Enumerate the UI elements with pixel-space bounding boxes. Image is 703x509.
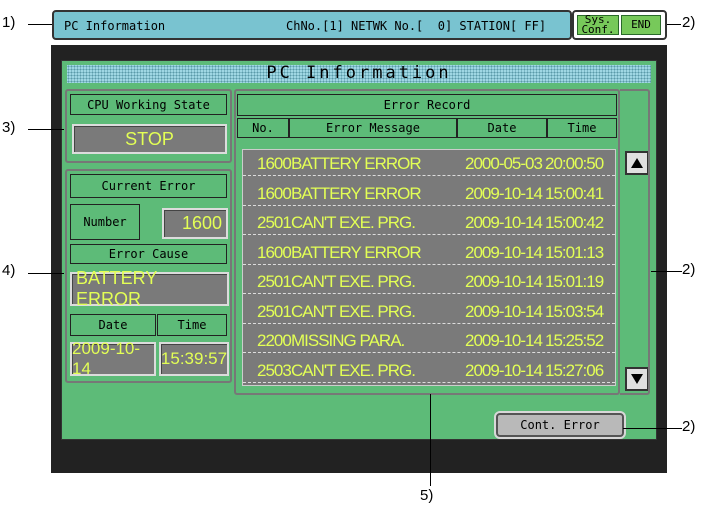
error-time-value: 15:39:57 [159,342,229,376]
error-time-cell: 15:27:06 [545,360,604,380]
callout-3-line [28,129,64,130]
error-message-cell: CAN'T EXE. PRG. [291,213,416,232]
cpu-state-heading: CPU Working State [70,94,227,115]
cpu-state-panel: CPU Working State STOP [65,89,232,163]
error-record-heading: Error Record [237,94,617,116]
end-label: END [631,18,651,31]
error-record-row[interactable]: 2501 CAN'T EXE. PRG. 2009-10-14 15:03:54 [243,299,615,324]
col-time: Time [547,118,617,138]
col-date: Date [457,118,547,138]
callout-5: 5) [420,487,434,504]
screen-panel: PC Information CPU Working State STOP Cu… [61,60,657,440]
cont-error-label: Cont. Error [520,418,600,432]
error-no-cell: 2503 [257,360,292,380]
error-no-cell: 2501 [257,301,292,321]
cont-error-button[interactable]: Cont. Error [496,413,624,437]
error-cause-label: Error Cause [70,244,227,264]
error-time-text: 15:39:57 [160,349,228,368]
error-no-cell: 1600 [257,242,292,262]
error-date-cell: 2009-10-14 [465,213,543,232]
error-date-cell: 2009-10-14 [465,331,543,350]
header-bar: PC Information ChNo.[1] NETWK No.[ 0] ST… [52,10,572,40]
error-message-cell: MISSING PARA. [291,331,405,350]
error-record-row[interactable]: 2200 MISSING PARA. 2009-10-14 15:25:52 [243,328,615,353]
error-time-cell: 15:01:13 [545,242,604,262]
error-no-cell: 2501 [257,272,292,291]
callout-2a-line [667,24,681,25]
error-number-value: 1600 [162,208,228,239]
callout-4: 4) [2,262,16,279]
error-record-header: No. Error Message Date Time [237,118,617,138]
sys-conf-button[interactable]: Sys. Conf. [577,13,619,36]
error-message-cell: BATTERY ERROR [291,154,422,173]
error-cause-text: BATTERY ERROR [76,268,158,309]
header-buttons-frame: Sys. Conf. END [572,10,667,40]
sys-conf-label: Sys. Conf. [581,13,615,36]
error-record-row[interactable]: 1600 BATTERY ERROR 2009-10-14 15:01:13 [243,240,615,265]
callout-2b: 2) [682,261,696,278]
error-message-cell: CAN'T EXE. PRG. [291,272,416,291]
current-error-panel: Current Error Number 1600 Error Cause BA… [65,169,232,383]
error-date-cell: 2009-10-14 [465,183,543,203]
error-time-cell: 15:03:54 [545,301,604,321]
error-no-cell: 1600 [257,183,292,203]
cpu-state-value: STOP [72,124,227,154]
error-cause-value: BATTERY ERROR [70,268,229,309]
col-error-message: Error Message [289,118,457,138]
error-time-cell: 15:00:41 [545,183,604,203]
callout-2c-line [623,428,682,429]
number-label: Number [70,204,140,240]
error-no-cell: 2501 [257,213,292,232]
error-time-cell: 15:01:19 [545,272,604,291]
callout-2c: 2) [682,418,696,435]
error-record-row[interactable]: 2501 CAN'T EXE. PRG. 2009-10-14 15:00:42 [243,210,615,235]
error-no-cell: 1600 [257,154,292,173]
error-message-cell: CAN'T EXE. PRG. [291,360,416,380]
error-number-text: 1600 [181,213,222,233]
callout-1-line [28,24,52,25]
scrollbar-frame [620,89,650,395]
end-button[interactable]: END [621,15,661,35]
error-date-cell: 2009-10-14 [465,360,543,380]
error-record-panel: Error Record No. Error Message Date Time… [234,89,649,395]
current-error-heading: Current Error [70,174,227,198]
header-title: PC Information [64,19,166,33]
error-time-cell: 15:00:42 [545,213,604,232]
error-record-row[interactable]: 2503 CAN'T EXE. PRG. 2009-10-14 15:27:06 [243,358,615,383]
error-date-cell: 2009-10-14 [465,242,543,262]
cpu-state-text: STOP [125,128,174,149]
screen-title: PC Information [67,65,651,83]
error-record-row[interactable]: 1600 BATTERY ERROR 2009-10-14 15:00:41 [243,181,615,206]
error-time-cell: 15:25:52 [545,331,604,350]
callout-2a: 2) [682,14,696,31]
col-no: No. [237,118,289,138]
callout-2b-line [651,271,682,272]
error-message-cell: BATTERY ERROR [291,183,422,203]
error-record-list[interactable]: 1600 BATTERY ERROR 2000-05-03 20:00:50 1600 B… [242,149,616,386]
error-time-cell: 20:00:50 [545,154,604,173]
error-message-cell: CAN'T EXE. PRG. [291,301,416,321]
error-record-row[interactable]: 2501 CAN'T EXE. PRG. 2009-10-14 15:01:19 [243,269,615,294]
error-date-text: 2009-10-14 [72,339,141,378]
callout-5-line [430,394,431,486]
error-date-cell: 2009-10-14 [465,301,543,321]
error-record-row[interactable]: 1600 BATTERY ERROR 2000-05-03 20:00:50 [243,151,615,176]
date-label: Date [70,314,156,336]
callout-4-line [28,273,64,274]
station-info: ChNo.[1] NETWK No.[ 0] STATION[ FF] [286,19,547,33]
error-date-value: 2009-10-14 [70,339,156,378]
error-date-cell: 2009-10-14 [465,272,543,291]
error-message-cell: BATTERY ERROR [291,242,422,262]
time-label: Time [157,314,227,336]
error-date-cell: 2000-05-03 [465,154,543,173]
callout-1: 1) [2,14,16,31]
error-no-cell: 2200 [257,331,292,350]
callout-3: 3) [2,119,16,136]
